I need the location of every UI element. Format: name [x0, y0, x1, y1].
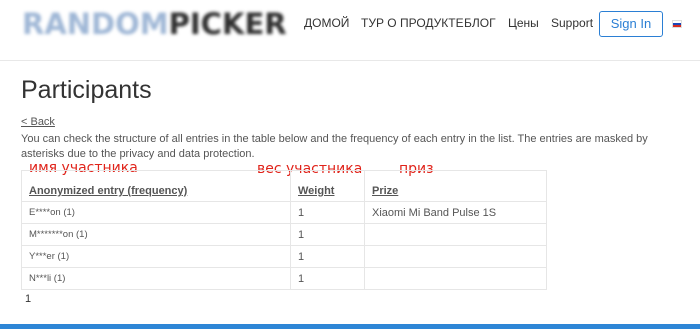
page-description: You can check the structure of all entri…	[21, 133, 648, 160]
column-header-prize[interactable]: Prize	[364, 170, 547, 202]
column-header-weight[interactable]: Weight	[290, 170, 365, 202]
entry-cell: Y***er (1)	[21, 245, 291, 268]
entry-cell: E****on (1)	[21, 201, 291, 224]
logo-part-random: RANDOM	[22, 7, 169, 41]
nav-item-blog[interactable]: БЛОГ	[464, 16, 496, 30]
table-row: E****on (1) 1 Xiaomi Mi Band Pulse 1S	[21, 201, 547, 224]
logo-part-picker: PICKER	[168, 7, 287, 41]
back-link[interactable]: < Back	[21, 116, 55, 128]
column-header-entry[interactable]: Anonymized entry (frequency)	[21, 170, 291, 202]
entry-cell: M*******on (1)	[21, 223, 291, 246]
prize-cell	[364, 267, 547, 290]
participants-table: Anonymized entry (frequency) Weight Priz…	[21, 170, 547, 290]
nav-item-product-tour[interactable]: ТУР О ПРОДУКТЕ	[361, 16, 464, 30]
prize-cell	[364, 223, 547, 246]
site-logo[interactable]: RANDOMPICKER	[22, 6, 287, 42]
prize-cell: Xiaomi Mi Band Pulse 1S	[364, 201, 547, 224]
table-row: Y***er (1) 1	[21, 245, 547, 268]
entry-cell: N***li (1)	[21, 267, 291, 290]
pagination-current-page[interactable]: 1	[25, 293, 31, 305]
table-row: M*******on (1) 1	[21, 223, 547, 246]
page-title: Participants	[21, 76, 152, 104]
table-row: N***li (1) 1	[21, 267, 547, 290]
prize-cell	[364, 245, 547, 268]
weight-cell: 1	[290, 201, 365, 224]
nav-item-support[interactable]: Support	[551, 16, 593, 30]
sign-in-button[interactable]: Sign In	[599, 11, 663, 37]
weight-cell: 1	[290, 267, 365, 290]
nav-item-home[interactable]: ДОМОЙ	[304, 16, 349, 30]
weight-cell: 1	[290, 223, 365, 246]
nav-item-pricing[interactable]: Цены	[508, 16, 539, 30]
weight-cell: 1	[290, 245, 365, 268]
site-header: RANDOMPICKER ДОМОЙ ТУР О ПРОДУКТЕ БЛОГ Ц…	[0, 0, 700, 61]
footer-accent-bar	[0, 324, 700, 329]
russian-flag-icon[interactable]	[672, 20, 682, 28]
table-header-row: Anonymized entry (frequency) Weight Priz…	[21, 170, 547, 202]
